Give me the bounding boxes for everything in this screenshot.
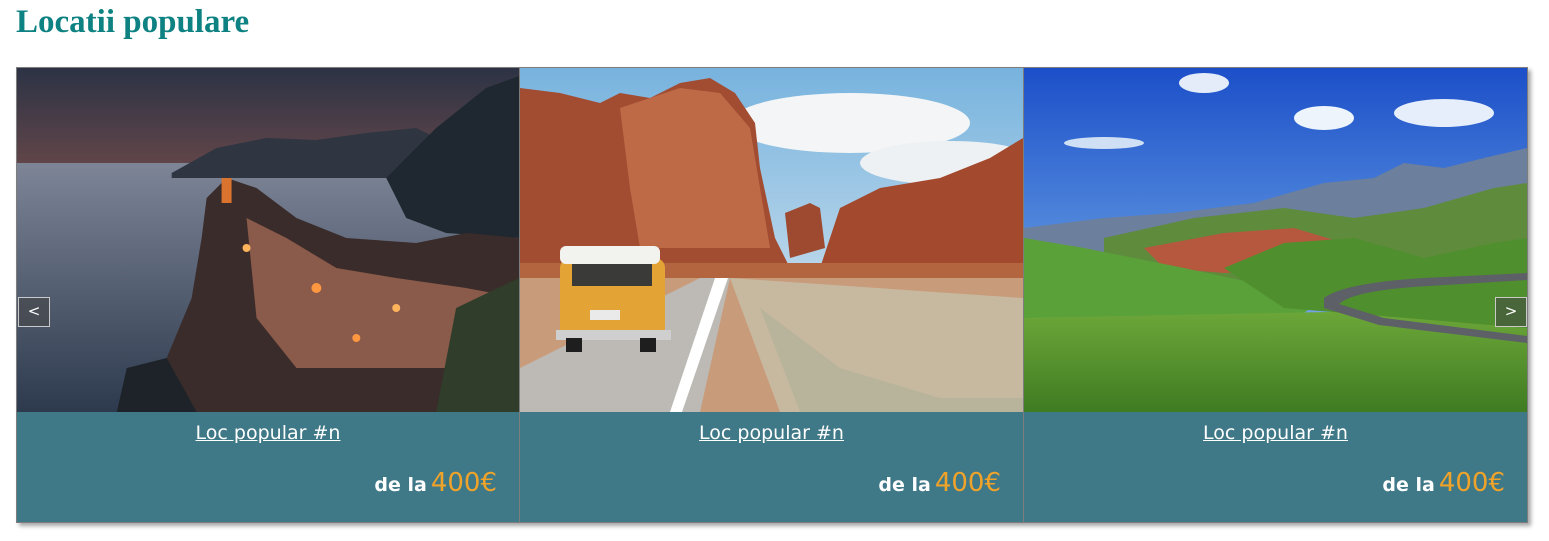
price-prefix: de la [1382,474,1435,496]
price-prefix: de la [374,474,427,496]
carousel-next-button[interactable]: > [1495,297,1527,327]
card-info: Loc popular #n de la 400€ [520,412,1023,522]
card-info: Loc popular #n de la 400€ [1024,412,1527,522]
location-card: Loc popular #n de la 400€ [16,67,520,523]
price: de la 400€ [1382,468,1505,498]
price-amount: 400€ [934,468,1001,498]
popular-locations-carousel: Loc popular #n de la 400€ Loc popular #n… [16,67,1528,523]
location-link[interactable]: Loc popular #n [1024,422,1527,444]
carousel-prev-button[interactable]: < [18,297,50,327]
mountain-valley-photo[interactable] [1024,68,1527,412]
price: de la 400€ [374,468,497,498]
coastal-village-photo[interactable] [17,68,519,412]
location-card: Loc popular #n de la 400€ [520,67,1024,523]
section-title: Locatii populare [16,4,250,40]
price: de la 400€ [878,468,1001,498]
card-info: Loc popular #n de la 400€ [17,412,519,522]
location-card: Loc popular #n de la 400€ [1024,67,1528,523]
location-link[interactable]: Loc popular #n [17,422,519,444]
price-amount: 400€ [430,468,497,498]
price-amount: 400€ [1438,468,1505,498]
desert-road-photo[interactable] [520,68,1023,412]
price-prefix: de la [878,474,931,496]
location-link[interactable]: Loc popular #n [520,422,1023,444]
